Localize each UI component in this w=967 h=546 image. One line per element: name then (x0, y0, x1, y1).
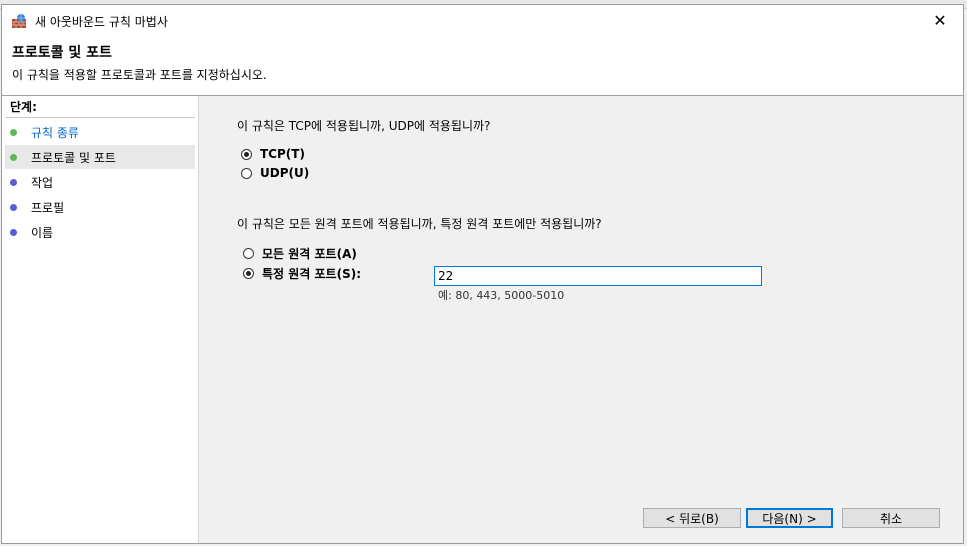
steps-heading: 단계: (10, 100, 37, 114)
step-label: 규칙 종류 (31, 125, 79, 140)
next-button[interactable]: 다음(N) > (746, 508, 833, 528)
wizard-header: 프로토콜 및 포트 이 규칙을 적용할 프로토콜과 포트를 지정하십시오. (2, 35, 963, 96)
tcp-label: TCP(T) (260, 147, 305, 161)
step-protocol-ports[interactable]: 프로토콜 및 포트 (5, 145, 195, 169)
back-button[interactable]: < 뒤로(B) (643, 508, 741, 528)
title-bar: 새 아웃바운드 규칙 마법사 ✕ (2, 5, 963, 35)
port-input[interactable] (434, 266, 762, 286)
step-label: 이름 (31, 225, 54, 240)
firewall-icon (12, 14, 26, 28)
all-ports-radio[interactable] (243, 248, 254, 259)
step-profile[interactable]: 프로필 (5, 195, 195, 219)
udp-radio-option[interactable]: UDP(U) (241, 166, 309, 180)
specific-ports-radio[interactable] (243, 268, 254, 279)
port-hint: 예: 80, 443, 5000-5010 (438, 289, 565, 302)
wizard-window: 새 아웃바운드 규칙 마법사 ✕ 프로토콜 및 포트 이 규칙을 적용할 프로토… (1, 4, 964, 544)
step-label: 작업 (31, 175, 54, 190)
ports-question: 이 규칙은 모든 원격 포트에 적용됩니까, 특정 원격 포트에만 적용됩니까? (237, 217, 602, 231)
window-title: 새 아웃바운드 규칙 마법사 (35, 15, 168, 29)
step-status-icon (10, 178, 17, 186)
all-ports-label: 모든 원격 포트(A) (262, 247, 357, 261)
step-name[interactable]: 이름 (5, 220, 195, 244)
steps-pane: 단계: 규칙 종류 프로토콜 및 포트 작업 프로필 이름 (2, 96, 199, 543)
all-ports-radio-option[interactable]: 모든 원격 포트(A) (243, 245, 357, 262)
udp-label: UDP(U) (260, 166, 310, 180)
cancel-button[interactable]: 취소 (842, 508, 940, 528)
specific-ports-label: 특정 원격 포트(S): (262, 267, 362, 281)
page-description: 이 규칙을 적용할 프로토콜과 포트를 지정하십시오. (12, 68, 267, 82)
close-button[interactable]: ✕ (917, 5, 963, 35)
steps-divider (5, 117, 195, 118)
page-title: 프로토콜 및 포트 (12, 45, 112, 61)
step-status-icon (10, 203, 17, 211)
main-pane: 이 규칙은 TCP에 적용됩니까, UDP에 적용됩니까? TCP(T) UDP… (199, 96, 963, 543)
tcp-radio-option[interactable]: TCP(T) (241, 147, 305, 161)
tcp-radio[interactable] (241, 148, 252, 160)
step-status-icon (10, 228, 17, 236)
step-status-icon (10, 128, 17, 136)
specific-ports-radio-option[interactable]: 특정 원격 포트(S): (243, 265, 361, 282)
udp-radio[interactable] (241, 167, 252, 179)
step-label: 프로필 (31, 200, 65, 215)
step-rule-type[interactable]: 규칙 종류 (5, 120, 195, 144)
protocol-question: 이 규칙은 TCP에 적용됩니까, UDP에 적용됩니까? (237, 119, 491, 133)
step-label: 프로토콜 및 포트 (31, 150, 116, 165)
close-icon: ✕ (933, 10, 947, 30)
step-status-icon (10, 153, 17, 161)
step-action[interactable]: 작업 (5, 170, 195, 194)
